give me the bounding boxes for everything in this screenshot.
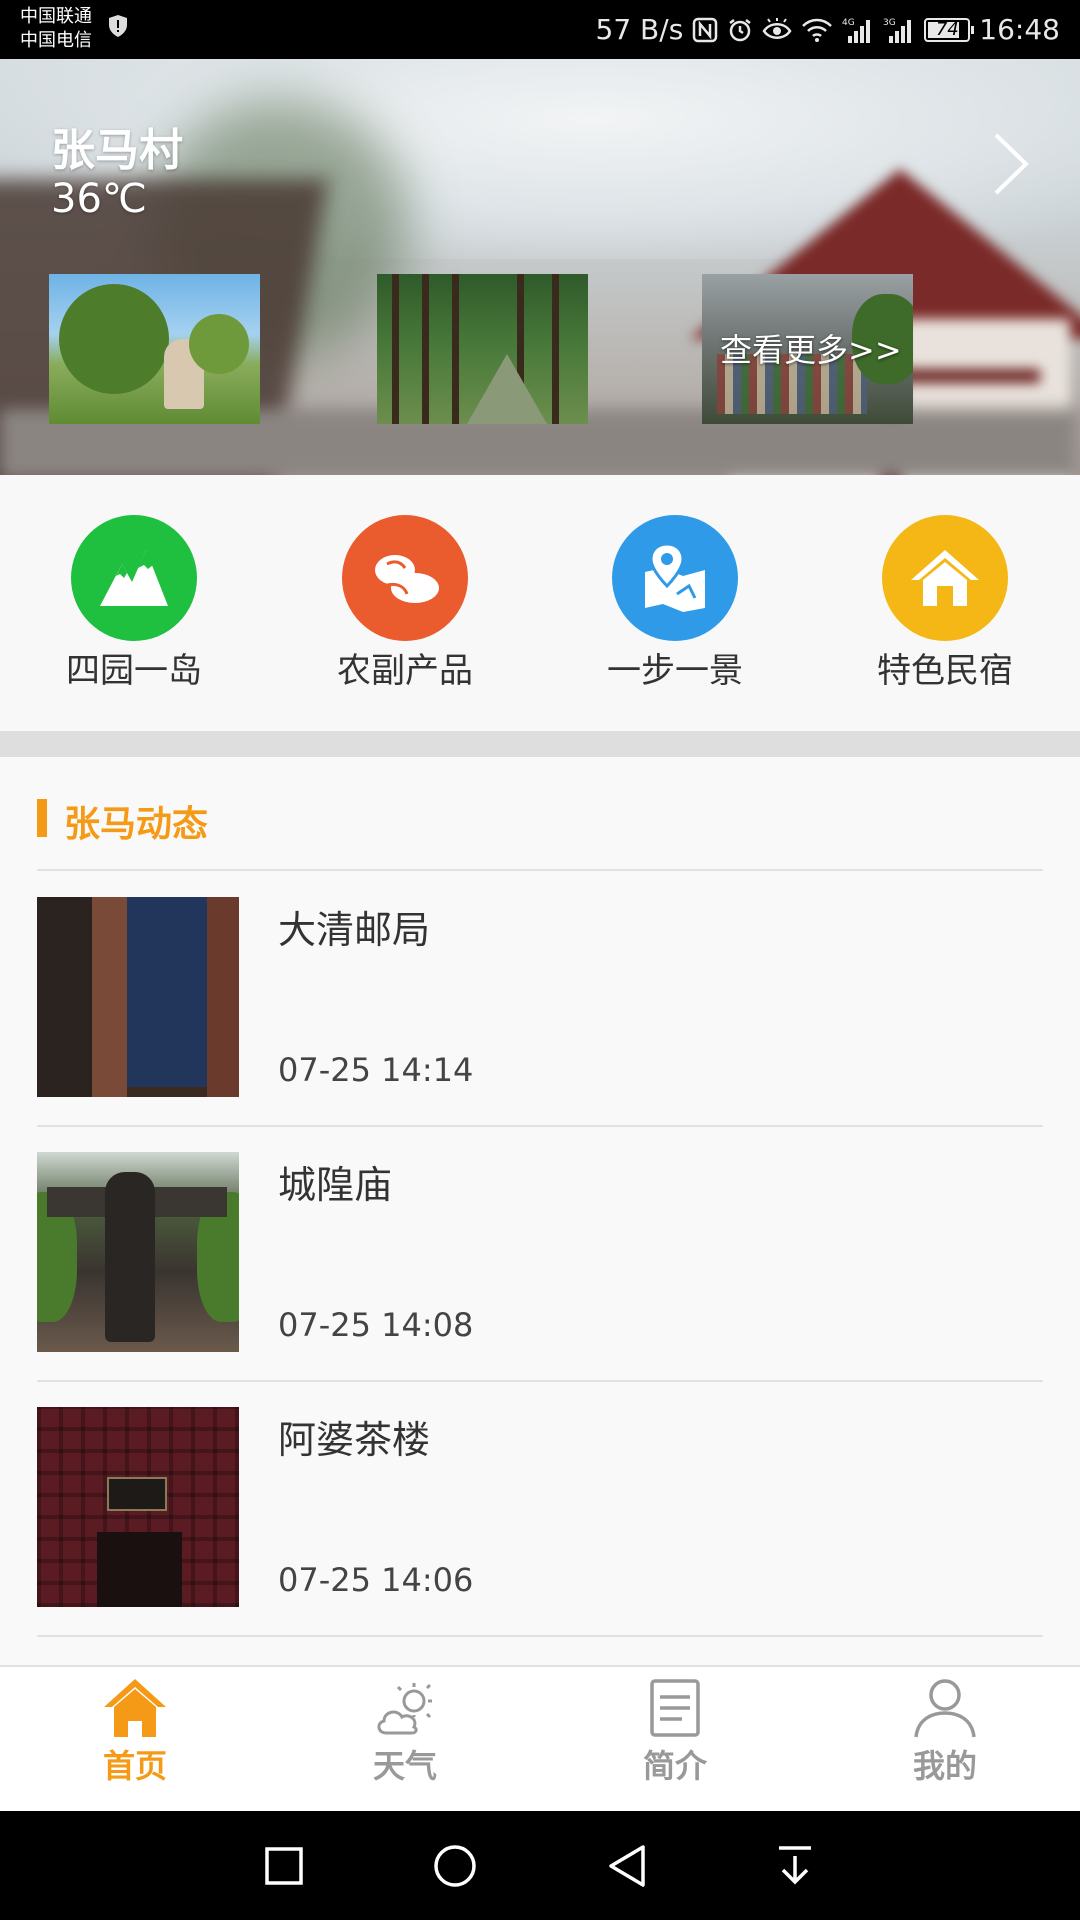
square-icon [265, 1847, 303, 1885]
category-farm-products[interactable]: 农副产品 [305, 515, 505, 692]
shield-icon [109, 15, 127, 37]
news-thumbnail [37, 897, 239, 1097]
list-item[interactable]: 城隍庙 07-25 14:08 [37, 1152, 1043, 1352]
map-pin-icon [645, 542, 705, 612]
divider [37, 1125, 1043, 1127]
pull-down-icon [779, 1846, 811, 1885]
user-icon [914, 1679, 976, 1738]
net-speed: 57 B/s [595, 13, 684, 46]
divider [37, 1635, 1043, 1637]
weather-icon [377, 1683, 432, 1735]
view-more-link[interactable]: 查看更多>> [720, 325, 902, 371]
battery-icon: 74 [924, 17, 975, 42]
village-name: 张马村 [51, 125, 183, 176]
section-title: 张马动态 [64, 804, 209, 845]
temperature: 36℃ [51, 176, 147, 222]
tab-label: 简介 [642, 1747, 707, 1785]
tab-label: 首页 [102, 1747, 167, 1785]
section-marker [37, 799, 47, 837]
alarm-icon [729, 18, 752, 41]
section-divider [0, 731, 1080, 757]
news-thumbnail [37, 1407, 239, 1607]
recents-button[interactable] [251, 1833, 317, 1899]
category-label: 一步一景 [607, 651, 743, 691]
back-triangle-icon [609, 1845, 645, 1887]
document-icon [650, 1679, 700, 1737]
divider [37, 1380, 1043, 1382]
tab-profile[interactable]: 我的 [845, 1677, 1045, 1787]
back-button[interactable] [594, 1833, 660, 1899]
tab-intro[interactable]: 简介 [575, 1677, 775, 1787]
news-title: 大清邮局 [278, 908, 431, 952]
nfc-icon [693, 17, 718, 42]
home-button[interactable] [422, 1833, 488, 1899]
system-nav-bar [0, 1811, 1080, 1920]
mountain-icon [100, 550, 168, 606]
list-item[interactable]: 阿婆茶楼 07-25 14:06 [37, 1407, 1043, 1607]
news-title: 阿婆茶楼 [278, 1418, 431, 1462]
signal-4g-icon: 4G [842, 18, 871, 43]
wifi-icon [802, 18, 833, 42]
category-label: 农副产品 [337, 651, 473, 691]
hero-banner[interactable]: 张马村 36℃ 查看更多>> [0, 59, 1080, 475]
tab-label: 天气 [372, 1747, 437, 1785]
divider [37, 869, 1043, 871]
category-label: 特色民宿 [877, 651, 1013, 691]
news-time: 07-25 14:06 [278, 1561, 474, 1599]
news-time: 07-25 14:14 [278, 1051, 474, 1089]
category-label: 四园一岛 [66, 651, 202, 691]
clock: 16:48 [979, 13, 1060, 46]
category-homestay[interactable]: 特色民宿 [845, 515, 1045, 692]
thumbnail-forest-path[interactable] [377, 274, 588, 424]
svg-text:4G: 4G [842, 18, 855, 28]
category-siyuan[interactable]: 四园一岛 [34, 515, 234, 692]
news-title: 城隍庙 [278, 1163, 393, 1207]
status-icons: 57 B/s 4G 3G 74 16:48 [596, 0, 1060, 59]
list-item[interactable]: 大清邮局 07-25 14:14 [37, 897, 1043, 1097]
notification-pull-button[interactable] [762, 1833, 828, 1899]
thumbnail-orchard[interactable] [49, 274, 260, 424]
signal-3g-icon: 3G [883, 18, 912, 43]
carrier-2: 中国电信 [20, 30, 92, 51]
category-grid: 四园一岛 农副产品 一步一景 特色民宿 [0, 475, 1080, 731]
bottom-tab-bar: 首页 天气 简介 我的 [0, 1665, 1080, 1811]
news-section: 张马动态 大清邮局 07-25 14:14 城隍庙 07-25 14:08 阿婆… [0, 757, 1080, 1665]
circle-icon [434, 1845, 476, 1887]
tab-weather[interactable]: 天气 [305, 1677, 505, 1787]
eye-comfort-icon [762, 17, 792, 39]
status-bar: 中国联通 中国电信 57 B/s 4G 3G 74 16:48 [0, 0, 1080, 59]
peanut-icon [375, 555, 439, 603]
svg-text:3G: 3G [883, 18, 896, 28]
tab-home[interactable]: 首页 [35, 1677, 235, 1787]
tab-label: 我的 [912, 1747, 977, 1785]
news-time: 07-25 14:08 [278, 1306, 474, 1344]
house-icon [911, 550, 979, 606]
category-scenery[interactable]: 一步一景 [575, 515, 775, 692]
home-icon [104, 1679, 166, 1737]
carrier-1: 中国联通 [20, 6, 92, 27]
battery-level: 74 [935, 19, 959, 40]
carrier-info: 中国联通 中国电信 [20, 5, 92, 53]
chevron-right-icon[interactable] [992, 131, 1032, 197]
news-thumbnail [37, 1152, 239, 1352]
